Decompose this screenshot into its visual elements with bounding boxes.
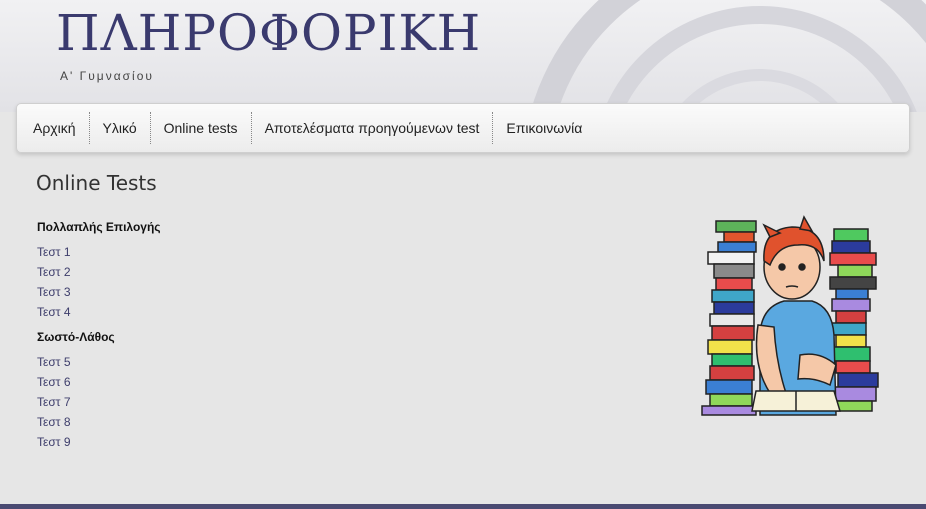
bottom-border (0, 504, 926, 509)
test-link[interactable]: Τεστ 5 (37, 355, 71, 369)
nav-item-online-tests[interactable]: Online tests (151, 112, 251, 144)
test-link[interactable]: Τεστ 6 (37, 375, 71, 389)
test-link[interactable]: Τεστ 1 (37, 245, 71, 259)
site-header: ΠΛΗΡΟΦΟΡΙΚΗ Α' Γυμνασίου (0, 0, 926, 112)
nav-item-home[interactable]: Αρχική (17, 112, 89, 144)
section-heading-multiple-choice: Πολλαπλής Επιλογής (37, 220, 161, 234)
test-link[interactable]: Τεστ 3 (37, 285, 71, 299)
site-subtitle: Α' Γυμνασίου (60, 69, 154, 83)
student-with-books-illustration (701, 215, 879, 416)
test-link[interactable]: Τεστ 7 (37, 395, 71, 409)
nav-item-material[interactable]: Υλικό (90, 112, 150, 144)
main-nav: Αρχική Υλικό Online tests Αποτελέσματα π… (16, 103, 910, 153)
nav-item-previous-results[interactable]: Αποτελέσματα προηγούμενων test (252, 112, 493, 144)
nav-item-contact[interactable]: Επικοινωνία (493, 112, 595, 144)
test-link[interactable]: Τεστ 9 (37, 435, 71, 449)
section-heading-true-false: Σωστό-Λάθος (37, 330, 115, 344)
site-title: ΠΛΗΡΟΦΟΡΙΚΗ (56, 4, 482, 62)
page-title: Online Tests (36, 171, 157, 195)
test-link[interactable]: Τεστ 8 (37, 415, 71, 429)
test-link[interactable]: Τεστ 2 (37, 265, 71, 279)
test-link[interactable]: Τεστ 4 (37, 305, 71, 319)
